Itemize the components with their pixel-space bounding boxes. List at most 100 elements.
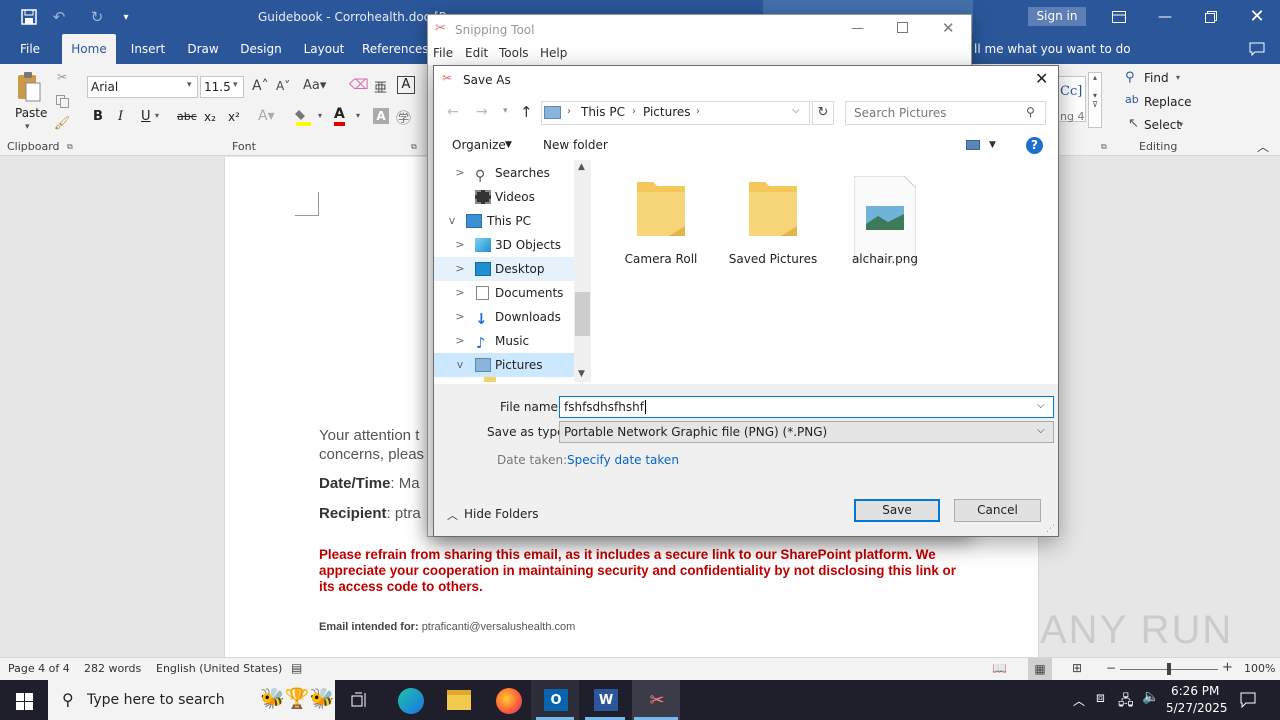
- resize-grip-icon[interactable]: ⋰: [1046, 524, 1055, 534]
- expand-icon[interactable]: >: [454, 257, 466, 281]
- back-icon[interactable]: ←: [447, 104, 459, 120]
- expand-icon[interactable]: v: [454, 353, 466, 377]
- save-as-close-icon[interactable]: ✕: [1035, 69, 1048, 88]
- read-mode-icon[interactable]: 📖: [992, 661, 1007, 675]
- nav-scrollbar-thumb[interactable]: [575, 292, 590, 336]
- find-icon[interactable]: ⚲: [1125, 70, 1135, 85]
- hide-folders-button[interactable]: Hide Folders: [464, 507, 539, 521]
- character-border-icon[interactable]: A: [397, 76, 415, 94]
- minimize-icon[interactable]: —: [1156, 8, 1174, 26]
- expand-icon[interactable]: >: [454, 233, 466, 257]
- tab-insert[interactable]: Insert: [124, 34, 172, 64]
- font-color-icon[interactable]: A: [334, 106, 345, 126]
- comments-icon[interactable]: [1248, 40, 1266, 58]
- hide-folders-icon[interactable]: ︿: [447, 507, 458, 523]
- tab-draw[interactable]: Draw: [180, 34, 226, 64]
- nav-item-documents[interactable]: > Documents: [434, 281, 574, 305]
- page-count[interactable]: Page 4 of 4: [8, 662, 70, 675]
- snip-menu-help[interactable]: Help: [540, 46, 567, 60]
- highlight-icon[interactable]: [294, 107, 312, 127]
- nav-scrollbar[interactable]: ▲ ▼: [574, 160, 591, 382]
- replace-icon[interactable]: ab: [1125, 93, 1139, 106]
- restore-icon[interactable]: [1202, 8, 1220, 26]
- zoom-out-icon[interactable]: −: [1106, 661, 1116, 675]
- cancel-button[interactable]: Cancel: [954, 499, 1041, 522]
- expand-icon[interactable]: >: [454, 329, 466, 353]
- shrink-font-icon[interactable]: A˅: [276, 79, 290, 93]
- text-effects-icon[interactable]: A▾: [258, 108, 275, 124]
- save-type-dropdown-icon[interactable]: ⌵: [1037, 425, 1045, 436]
- italic-icon[interactable]: I: [118, 109, 123, 124]
- paste-label[interactable]: Paste: [15, 106, 47, 120]
- subscript-icon[interactable]: x₂: [204, 110, 216, 124]
- select-icon[interactable]: ↖: [1128, 116, 1139, 131]
- notifications-icon[interactable]: [1238, 690, 1258, 710]
- language[interactable]: English (United States): [156, 662, 282, 675]
- zoom-slider-thumb[interactable]: [1167, 663, 1171, 675]
- clock-time[interactable]: 6:26 PM: [1171, 684, 1219, 698]
- font-name-combo[interactable]: Arial: [87, 76, 198, 98]
- close-icon[interactable]: ✕: [1248, 6, 1266, 27]
- address-dropdown-icon[interactable]: ⌵: [792, 105, 800, 116]
- superscript-icon[interactable]: x²: [228, 110, 240, 124]
- font-launcher-icon[interactable]: ⧉: [411, 142, 417, 152]
- copy-icon[interactable]: [54, 94, 70, 108]
- tab-file[interactable]: File: [10, 34, 50, 64]
- expand-icon[interactable]: v: [446, 209, 458, 233]
- save-type-select[interactable]: Portable Network Graphic file (PNG) (*.P…: [559, 421, 1054, 443]
- undo-icon[interactable]: ↶: [50, 8, 68, 26]
- style-preview-label[interactable]: ng 4: [1060, 110, 1084, 123]
- meet-now-icon[interactable]: ⧈: [1096, 690, 1105, 706]
- organize-dropdown-icon[interactable]: ▼: [505, 140, 512, 150]
- snipping-tool-icon[interactable]: ✂: [645, 690, 669, 711]
- windows-start-icon[interactable]: [14, 691, 34, 711]
- expand-icon[interactable]: >: [454, 305, 466, 329]
- save-button[interactable]: Save: [854, 499, 940, 522]
- scroll-down-icon[interactable]: ▼: [578, 369, 585, 379]
- snip-maximize-icon[interactable]: [897, 22, 908, 33]
- enclose-characters-icon[interactable]: ㊫: [396, 107, 411, 128]
- up-icon[interactable]: ↑: [520, 103, 533, 121]
- new-folder-button[interactable]: New folder: [543, 138, 608, 152]
- change-case-icon[interactable]: Aa▾: [303, 78, 326, 93]
- volume-icon[interactable]: 🔈: [1142, 689, 1159, 705]
- paste-dropdown-icon[interactable]: ▾: [25, 122, 30, 132]
- show-hidden-icons-icon[interactable]: ︿: [1073, 692, 1085, 709]
- underline-dropdown-icon[interactable]: ▾: [155, 111, 159, 120]
- nav-item-music[interactable]: > ♪ Music: [434, 329, 574, 353]
- edge-icon[interactable]: [398, 688, 424, 714]
- tab-design[interactable]: Design: [234, 34, 288, 64]
- file-name-dropdown-icon[interactable]: ⌵: [1037, 400, 1045, 411]
- paste-icon[interactable]: [14, 70, 44, 104]
- nav-item-pictures[interactable]: v Pictures: [434, 353, 574, 377]
- taskbar-search-box[interactable]: ⚲ Type here to search 🐝🏆🐝: [48, 680, 335, 720]
- file-name-input[interactable]: fshfsdhsfhshf: [559, 396, 1054, 418]
- view-dropdown-icon[interactable]: ▼: [989, 140, 996, 150]
- file-item-camera-roll[interactable]: Camera Roll: [613, 176, 709, 266]
- proofing-icon[interactable]: ▤: [291, 661, 302, 675]
- word-count[interactable]: 282 words: [84, 662, 141, 675]
- clear-formatting-icon[interactable]: ⌫: [349, 77, 369, 93]
- nav-item-desktop[interactable]: > Desktop: [434, 257, 574, 281]
- quick-access-customize-icon[interactable]: ▾: [120, 9, 132, 25]
- expand-icon[interactable]: >: [454, 161, 466, 185]
- outlook-icon[interactable]: O: [544, 689, 568, 711]
- forward-icon[interactable]: →: [476, 104, 488, 120]
- breadcrumb-pictures[interactable]: Pictures: [643, 105, 691, 119]
- tab-layout[interactable]: Layout: [296, 34, 352, 64]
- date-taken-link[interactable]: Specify date taken: [567, 453, 679, 467]
- zoom-in-icon[interactable]: +: [1222, 660, 1233, 675]
- collapse-ribbon-icon[interactable]: ︿: [1257, 138, 1269, 155]
- underline-icon[interactable]: U: [141, 109, 151, 124]
- bold-icon[interactable]: B: [93, 109, 103, 124]
- font-name-dropdown-icon[interactable]: ▾: [187, 80, 192, 90]
- print-layout-icon[interactable]: ▦: [1028, 658, 1052, 680]
- cut-icon[interactable]: ✂: [54, 70, 70, 84]
- tab-references[interactable]: References: [362, 34, 432, 64]
- change-view-icon[interactable]: [966, 140, 980, 150]
- nav-item-this-pc[interactable]: v This PC: [434, 209, 574, 233]
- replace-button[interactable]: Replace: [1144, 95, 1191, 109]
- format-painter-icon[interactable]: 🖌: [54, 116, 71, 131]
- find-button[interactable]: Find: [1144, 71, 1169, 85]
- font-size-dropdown-icon[interactable]: ▾: [233, 80, 238, 90]
